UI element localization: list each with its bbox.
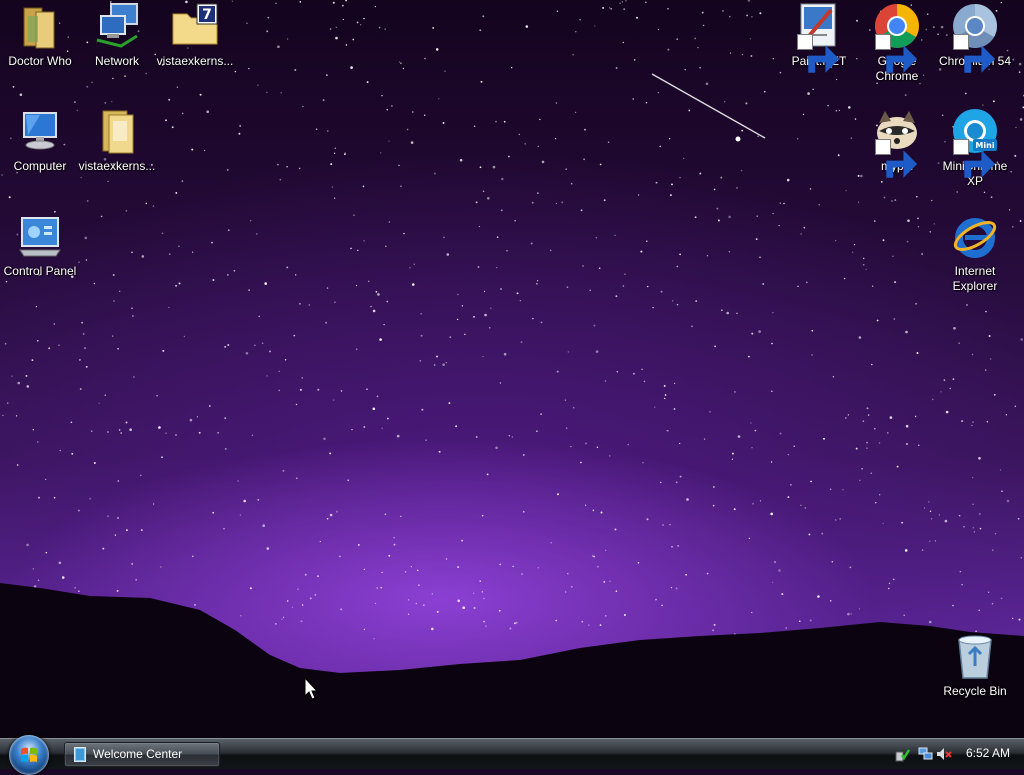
desktop[interactable]: Doctor Who Network 7 vistaexkerns... Com…: [0, 0, 1024, 738]
shortcut-arrow-icon: [797, 34, 840, 73]
safely-remove-icon[interactable]: [894, 746, 910, 762]
taskbar: Welcome Center 6:52 AM: [0, 735, 1024, 775]
system-tray: 6:52 AM: [884, 739, 1024, 769]
chrome-icon: [873, 2, 921, 73]
computer-icon: [16, 107, 64, 155]
taskbar-button-label: Welcome Center: [93, 747, 183, 761]
shortcut-arrow-icon: [875, 34, 918, 73]
icon-label-line1: Internet: [954, 264, 996, 278]
desktop-icon-control-panel[interactable]: Control Panel: [0, 212, 80, 279]
icon-label: Computer: [13, 159, 67, 173]
icon-label: Control Panel: [3, 264, 77, 278]
shortcut-arrow-icon: [953, 34, 996, 73]
folder-icon: [16, 2, 64, 50]
desktop-icon-minichrome-xp[interactable]: Mini MiniChrome XP: [935, 107, 1015, 189]
desktop-icon-recycle-bin[interactable]: Recycle Bin: [935, 632, 1015, 699]
desktop-icon-chromium-54[interactable]: Chromium 54: [935, 2, 1015, 73]
desktop-icon-internet-explorer[interactable]: Internet Explorer: [935, 212, 1015, 294]
icon-label: Network: [94, 54, 139, 68]
internet-explorer-icon: [951, 212, 999, 260]
paint-net-icon: [795, 2, 843, 73]
icon-label: Recycle Bin: [943, 684, 1007, 698]
minichrome-icon: Mini: [951, 107, 999, 178]
icon-label: Doctor Who: [8, 54, 72, 68]
desktop-icon-paint-net[interactable]: Paint.NET: [779, 2, 859, 73]
start-button[interactable]: [9, 735, 49, 775]
icon-label-line2: Explorer: [952, 279, 998, 293]
volume-muted-icon[interactable]: [936, 746, 952, 762]
desktop-icon-mypal[interactable]: mypal: [857, 107, 937, 178]
desktop-icon-computer[interactable]: Computer: [0, 107, 80, 174]
icon-label: vistaexkerns...: [78, 159, 156, 173]
svg-text:7: 7: [202, 7, 212, 23]
network-icon: [93, 2, 141, 50]
desktop-icon-network[interactable]: Network: [77, 2, 157, 69]
desktop-icon-google-chrome[interactable]: Google Chrome: [857, 2, 937, 84]
control-panel-icon: [16, 212, 64, 260]
desktop-icon-doctor-who[interactable]: Doctor Who: [0, 2, 80, 69]
windows-logo-icon: [21, 747, 37, 762]
mouse-cursor-icon: [304, 677, 318, 700]
taskbar-button-welcome-center[interactable]: Welcome Center: [64, 742, 220, 767]
desktop-icon-vistaexkerns-folder[interactable]: vistaexkerns...: [77, 107, 157, 174]
mypal-icon: [873, 107, 921, 178]
welcome-center-icon: [74, 747, 86, 762]
archive-folder-icon: 7: [171, 2, 219, 50]
chromium-icon: [951, 2, 999, 73]
recycle-bin-icon: [951, 632, 999, 680]
desktop-icon-vistaexkerns-archive[interactable]: 7 vistaexkerns...: [155, 2, 235, 69]
network-status-icon[interactable]: [918, 746, 934, 762]
shortcut-arrow-icon: [953, 139, 996, 178]
icon-label: vistaexkerns...: [156, 54, 234, 68]
folder-icon: [93, 107, 141, 155]
shortcut-arrow-icon: [875, 139, 918, 178]
clock[interactable]: 6:52 AM: [966, 746, 1010, 760]
